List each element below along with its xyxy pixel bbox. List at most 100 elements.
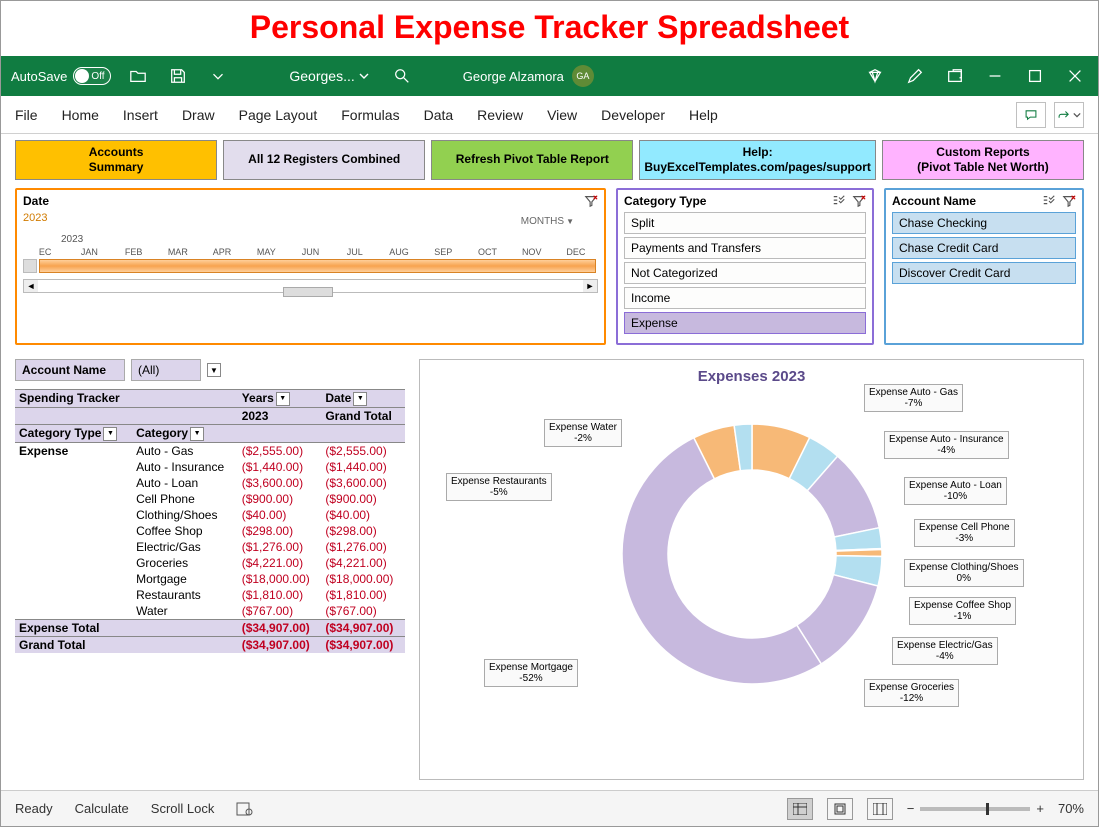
- timeline-scrollbar[interactable]: ◄ ►: [23, 279, 598, 293]
- slicer-item[interactable]: Chase Checking: [892, 212, 1076, 234]
- chart-callout: Expense Coffee Shop-1%: [909, 597, 1016, 625]
- tab-formulas[interactable]: Formulas: [341, 107, 399, 123]
- pivot-filter[interactable]: Account Name (All) ▼: [15, 359, 405, 381]
- status-calculate[interactable]: Calculate: [75, 801, 129, 816]
- nav-button-0[interactable]: AccountsSummary: [15, 140, 217, 180]
- save-icon[interactable]: [165, 63, 191, 89]
- comments-button[interactable]: [1016, 102, 1046, 128]
- pivot-filter-value[interactable]: (All): [131, 359, 201, 381]
- scroll-left-icon[interactable]: ◄: [24, 280, 38, 292]
- nav-button-1[interactable]: All 12 Registers Combined: [223, 140, 425, 180]
- timeline-selected-year: 2023: [23, 212, 598, 224]
- zoom-level[interactable]: 70%: [1058, 801, 1084, 816]
- slicer-item[interactable]: Income: [624, 287, 866, 309]
- close-icon[interactable]: [1062, 63, 1088, 89]
- grand-total-label: Grand Total: [15, 636, 238, 653]
- expense-total-gt: ($34,907.00): [321, 619, 405, 636]
- category-slicer-title: Category Type: [624, 194, 706, 208]
- tab-pagelayout[interactable]: Page Layout: [239, 107, 318, 123]
- slicer-item[interactable]: Split: [624, 212, 866, 234]
- search-icon[interactable]: [389, 63, 415, 89]
- slicer-item[interactable]: Chase Credit Card: [892, 237, 1076, 259]
- slicer-item[interactable]: Discover Credit Card: [892, 262, 1076, 284]
- autosave-toggle[interactable]: AutoSave Off: [11, 67, 111, 85]
- tab-developer[interactable]: Developer: [601, 107, 665, 123]
- timeline-month: DEC: [554, 247, 598, 257]
- account-slicer[interactable]: Account Name Chase CheckingChase Credit …: [884, 188, 1084, 345]
- multiselect-icon[interactable]: [832, 194, 846, 208]
- statusbar: Ready Calculate Scroll Lock − + 70%: [1, 790, 1098, 826]
- filter-icon[interactable]: ▼: [190, 427, 204, 441]
- timeline-period-dropdown[interactable]: MONTHS ▼: [521, 216, 574, 227]
- open-icon[interactable]: [125, 63, 151, 89]
- chart-area[interactable]: Expenses 2023 Expense Auto - Gas-7%Expen…: [419, 359, 1084, 780]
- nav-button-3[interactable]: Help:BuyExcelTemplates.com/pages/support: [639, 140, 876, 180]
- clear-filter-icon[interactable]: [1062, 194, 1076, 208]
- timeline-slicer[interactable]: Date 2023 MONTHS ▼ 2023 ECJANFEBMARAPRMA…: [15, 188, 606, 345]
- zoom-thumb[interactable]: [986, 803, 989, 815]
- slicer-item[interactable]: Not Categorized: [624, 262, 866, 284]
- view-pagebreak-icon[interactable]: [867, 798, 893, 820]
- workbook-name[interactable]: Georges...: [289, 68, 368, 84]
- zoom-slider[interactable]: − +: [907, 801, 1044, 816]
- maximize-icon[interactable]: [1022, 63, 1048, 89]
- table-row[interactable]: Auto - Loan($3,600.00)($3,600.00): [15, 475, 405, 491]
- main-area: Account Name (All) ▼ Spending Tracker Ye…: [1, 353, 1098, 790]
- filter-icon[interactable]: ▼: [276, 392, 290, 406]
- table-row[interactable]: Clothing/Shoes($40.00)($40.00): [15, 507, 405, 523]
- timeline-month: EC: [23, 247, 67, 257]
- pivot-table[interactable]: Spending Tracker Years▼ Date▼ 2023Grand …: [15, 389, 405, 653]
- zoom-in-icon[interactable]: +: [1036, 801, 1044, 816]
- tab-draw[interactable]: Draw: [182, 107, 215, 123]
- scroll-right-icon[interactable]: ►: [583, 280, 597, 292]
- table-row[interactable]: Electric/Gas($1,276.00)($1,276.00): [15, 539, 405, 555]
- zoom-track[interactable]: [920, 807, 1030, 811]
- tab-data[interactable]: Data: [424, 107, 454, 123]
- scroll-thumb[interactable]: [283, 287, 333, 297]
- edit-icon[interactable]: [902, 63, 928, 89]
- slicer-item[interactable]: Payments and Transfers: [624, 237, 866, 259]
- zoom-out-icon[interactable]: −: [907, 801, 915, 816]
- user-account[interactable]: George Alzamora GA: [463, 65, 594, 87]
- timeline-bar[interactable]: [23, 259, 598, 273]
- restore-icon[interactable]: [942, 63, 968, 89]
- table-row[interactable]: Coffee Shop($298.00)($298.00): [15, 523, 405, 539]
- table-row[interactable]: Water($767.00)($767.00): [15, 603, 405, 620]
- table-row[interactable]: Cell Phone($900.00)($900.00): [15, 491, 405, 507]
- filter-icon[interactable]: ▼: [353, 392, 367, 406]
- table-row[interactable]: ExpenseAuto - Gas($2,555.00)($2,555.00): [15, 442, 405, 459]
- view-pagelayout-icon[interactable]: [827, 798, 853, 820]
- filter-dropdown-icon[interactable]: ▼: [207, 363, 221, 377]
- table-row[interactable]: Groceries($4,221.00)($4,221.00): [15, 555, 405, 571]
- timeline-range[interactable]: [39, 259, 596, 273]
- tab-file[interactable]: File: [15, 107, 38, 123]
- timeline-handle-left[interactable]: [23, 259, 37, 273]
- category-slicer[interactable]: Category Type Split Payments and Transfer…: [616, 188, 874, 345]
- tab-insert[interactable]: Insert: [123, 107, 158, 123]
- tab-view[interactable]: View: [547, 107, 577, 123]
- nav-button-2[interactable]: Refresh Pivot Table Report: [431, 140, 633, 180]
- table-row[interactable]: Mortgage($18,000.00)($18,000.00): [15, 571, 405, 587]
- clear-filter-icon[interactable]: [584, 194, 598, 208]
- pivot-header-date: Date: [325, 391, 351, 405]
- filter-icon[interactable]: ▼: [103, 427, 117, 441]
- macro-record-icon[interactable]: [236, 802, 254, 816]
- clear-filter-icon[interactable]: [852, 194, 866, 208]
- more-icon[interactable]: [205, 63, 231, 89]
- table-row[interactable]: Auto - Insurance($1,440.00)($1,440.00): [15, 459, 405, 475]
- minimize-icon[interactable]: [982, 63, 1008, 89]
- multiselect-icon[interactable]: [1042, 194, 1056, 208]
- chart-callout: Expense Mortgage-52%: [484, 659, 578, 687]
- share-button[interactable]: [1054, 102, 1084, 128]
- slicer-item[interactable]: Expense: [624, 312, 866, 334]
- diamond-icon[interactable]: [862, 63, 888, 89]
- tab-review[interactable]: Review: [477, 107, 523, 123]
- tab-help[interactable]: Help: [689, 107, 718, 123]
- toggle-track[interactable]: Off: [73, 67, 111, 85]
- table-row[interactable]: Restaurants($1,810.00)($1,810.00): [15, 587, 405, 603]
- chart-callout: Expense Clothing/Shoes0%: [904, 559, 1024, 587]
- view-normal-icon[interactable]: [787, 798, 813, 820]
- tab-home[interactable]: Home: [62, 107, 99, 123]
- timeline-month: AUG: [377, 247, 421, 257]
- nav-button-4[interactable]: Custom Reports(Pivot Table Net Worth): [882, 140, 1084, 180]
